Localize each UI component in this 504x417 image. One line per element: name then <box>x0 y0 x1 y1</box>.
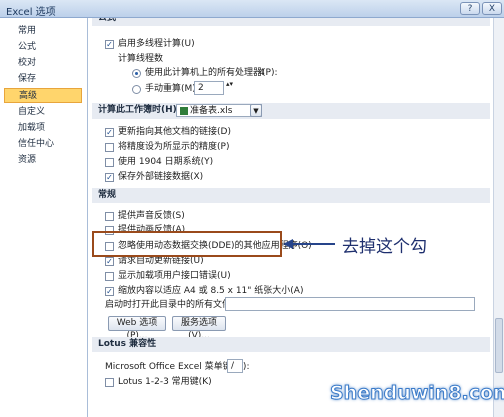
precision-label: 将精度设为所显示的精度(P) <box>118 142 230 152</box>
date1904-label: 使用 1904 日期系统(Y) <box>118 157 214 167</box>
save-external-links-label: 保存外部链接数据(X) <box>118 172 204 182</box>
all-processors-radio[interactable] <box>132 69 141 78</box>
startup-folder-input[interactable] <box>225 297 475 311</box>
scale-a4-checkbox[interactable]: ✓ <box>105 287 114 296</box>
manual-threads-radio[interactable] <box>132 85 141 94</box>
workbook-calc-label: 计算此工作簿时(H): <box>98 105 181 115</box>
save-external-links-checkbox[interactable]: ✓ <box>105 173 114 182</box>
workbook-file-icon <box>180 106 188 115</box>
thread-count-label: 计算线程数 <box>118 54 164 64</box>
precision-checkbox[interactable] <box>105 143 114 152</box>
watermark-logo: Shenduwin8.com <box>330 382 504 405</box>
section-header-lotus: Lotus 兼容性 <box>92 337 490 352</box>
options-content: 公式 ✓ 启用多线程计算(U) 计算线程数 使用此计算机上的所有处理器(P): … <box>88 18 493 417</box>
options-sidebar: 常用 公式 校对 保存 高级 自定义 加载项 信任中心 资源 <box>0 18 88 417</box>
date1904-checkbox[interactable] <box>105 158 114 167</box>
web-options-button[interactable]: Web 选项(P)... <box>108 316 166 341</box>
arrow-shaft <box>291 243 335 245</box>
section-header-general: 常规 <box>92 188 490 203</box>
highlight-box <box>92 231 282 257</box>
vertical-scrollbar[interactable] <box>493 18 504 417</box>
update-links-label: 更新指向其他文档的链接(D) <box>118 127 231 137</box>
sidebar-item-resources[interactable]: 资源 <box>4 153 82 168</box>
update-links-checkbox[interactable]: ✓ <box>105 128 114 137</box>
sidebar-item-advanced[interactable]: 高级 <box>4 88 82 103</box>
addin-errors-checkbox[interactable] <box>105 272 114 281</box>
sidebar-item-save[interactable]: 保存 <box>4 72 82 87</box>
menu-key-input[interactable]: / <box>227 359 243 373</box>
sidebar-item-trust-center[interactable]: 信任中心 <box>4 137 82 152</box>
all-processors-label: 使用此计算机上的所有处理器(P): <box>145 68 278 78</box>
sidebar-item-common[interactable]: 常用 <box>4 24 82 39</box>
sidebar-item-customize[interactable]: 自定义 <box>4 105 82 120</box>
spinner-icon[interactable]: ▴▾ <box>226 81 234 94</box>
processor-count: 4 <box>259 68 265 78</box>
lotus-nav-keys-label: Lotus 1-2-3 常用键(K) <box>118 377 212 387</box>
manual-threads-label: 手动重算(M) <box>145 84 196 94</box>
scrollbar-thumb[interactable] <box>495 318 503 373</box>
manual-threads-input[interactable]: 2 <box>194 81 224 95</box>
multithread-checkbox[interactable]: ✓ <box>105 40 114 49</box>
sound-feedback-label: 提供声音反馈(S) <box>118 211 185 221</box>
section-header-workbook: 计算此工作簿时(H): <box>92 103 490 119</box>
workbook-dropdown-value: 准备表.xls <box>190 106 233 116</box>
sidebar-item-addins[interactable]: 加载项 <box>4 121 82 136</box>
service-options-button[interactable]: 服务选项(V)... <box>172 316 226 341</box>
addin-errors-label: 显示加载项用户接口错误(U) <box>118 271 231 281</box>
chevron-down-icon[interactable]: ▼ <box>250 104 262 117</box>
annotation-text: 去掉这个勾 <box>342 237 427 257</box>
section-header-formulas: 公式 <box>92 18 490 26</box>
sidebar-item-formulas[interactable]: 公式 <box>4 40 82 55</box>
auto-update-links-checkbox[interactable]: ✓ <box>105 257 114 266</box>
title-bar: Excel 选项 ? X <box>0 0 504 18</box>
multithread-label: 启用多线程计算(U) <box>118 39 195 49</box>
lotus-nav-keys-checkbox[interactable] <box>105 378 114 387</box>
close-button[interactable]: X <box>482 2 502 15</box>
sidebar-item-proofing[interactable]: 校对 <box>4 56 82 71</box>
help-button[interactable]: ? <box>460 2 480 15</box>
window-title: Excel 选项 <box>6 7 56 18</box>
sound-feedback-checkbox[interactable] <box>105 212 114 221</box>
